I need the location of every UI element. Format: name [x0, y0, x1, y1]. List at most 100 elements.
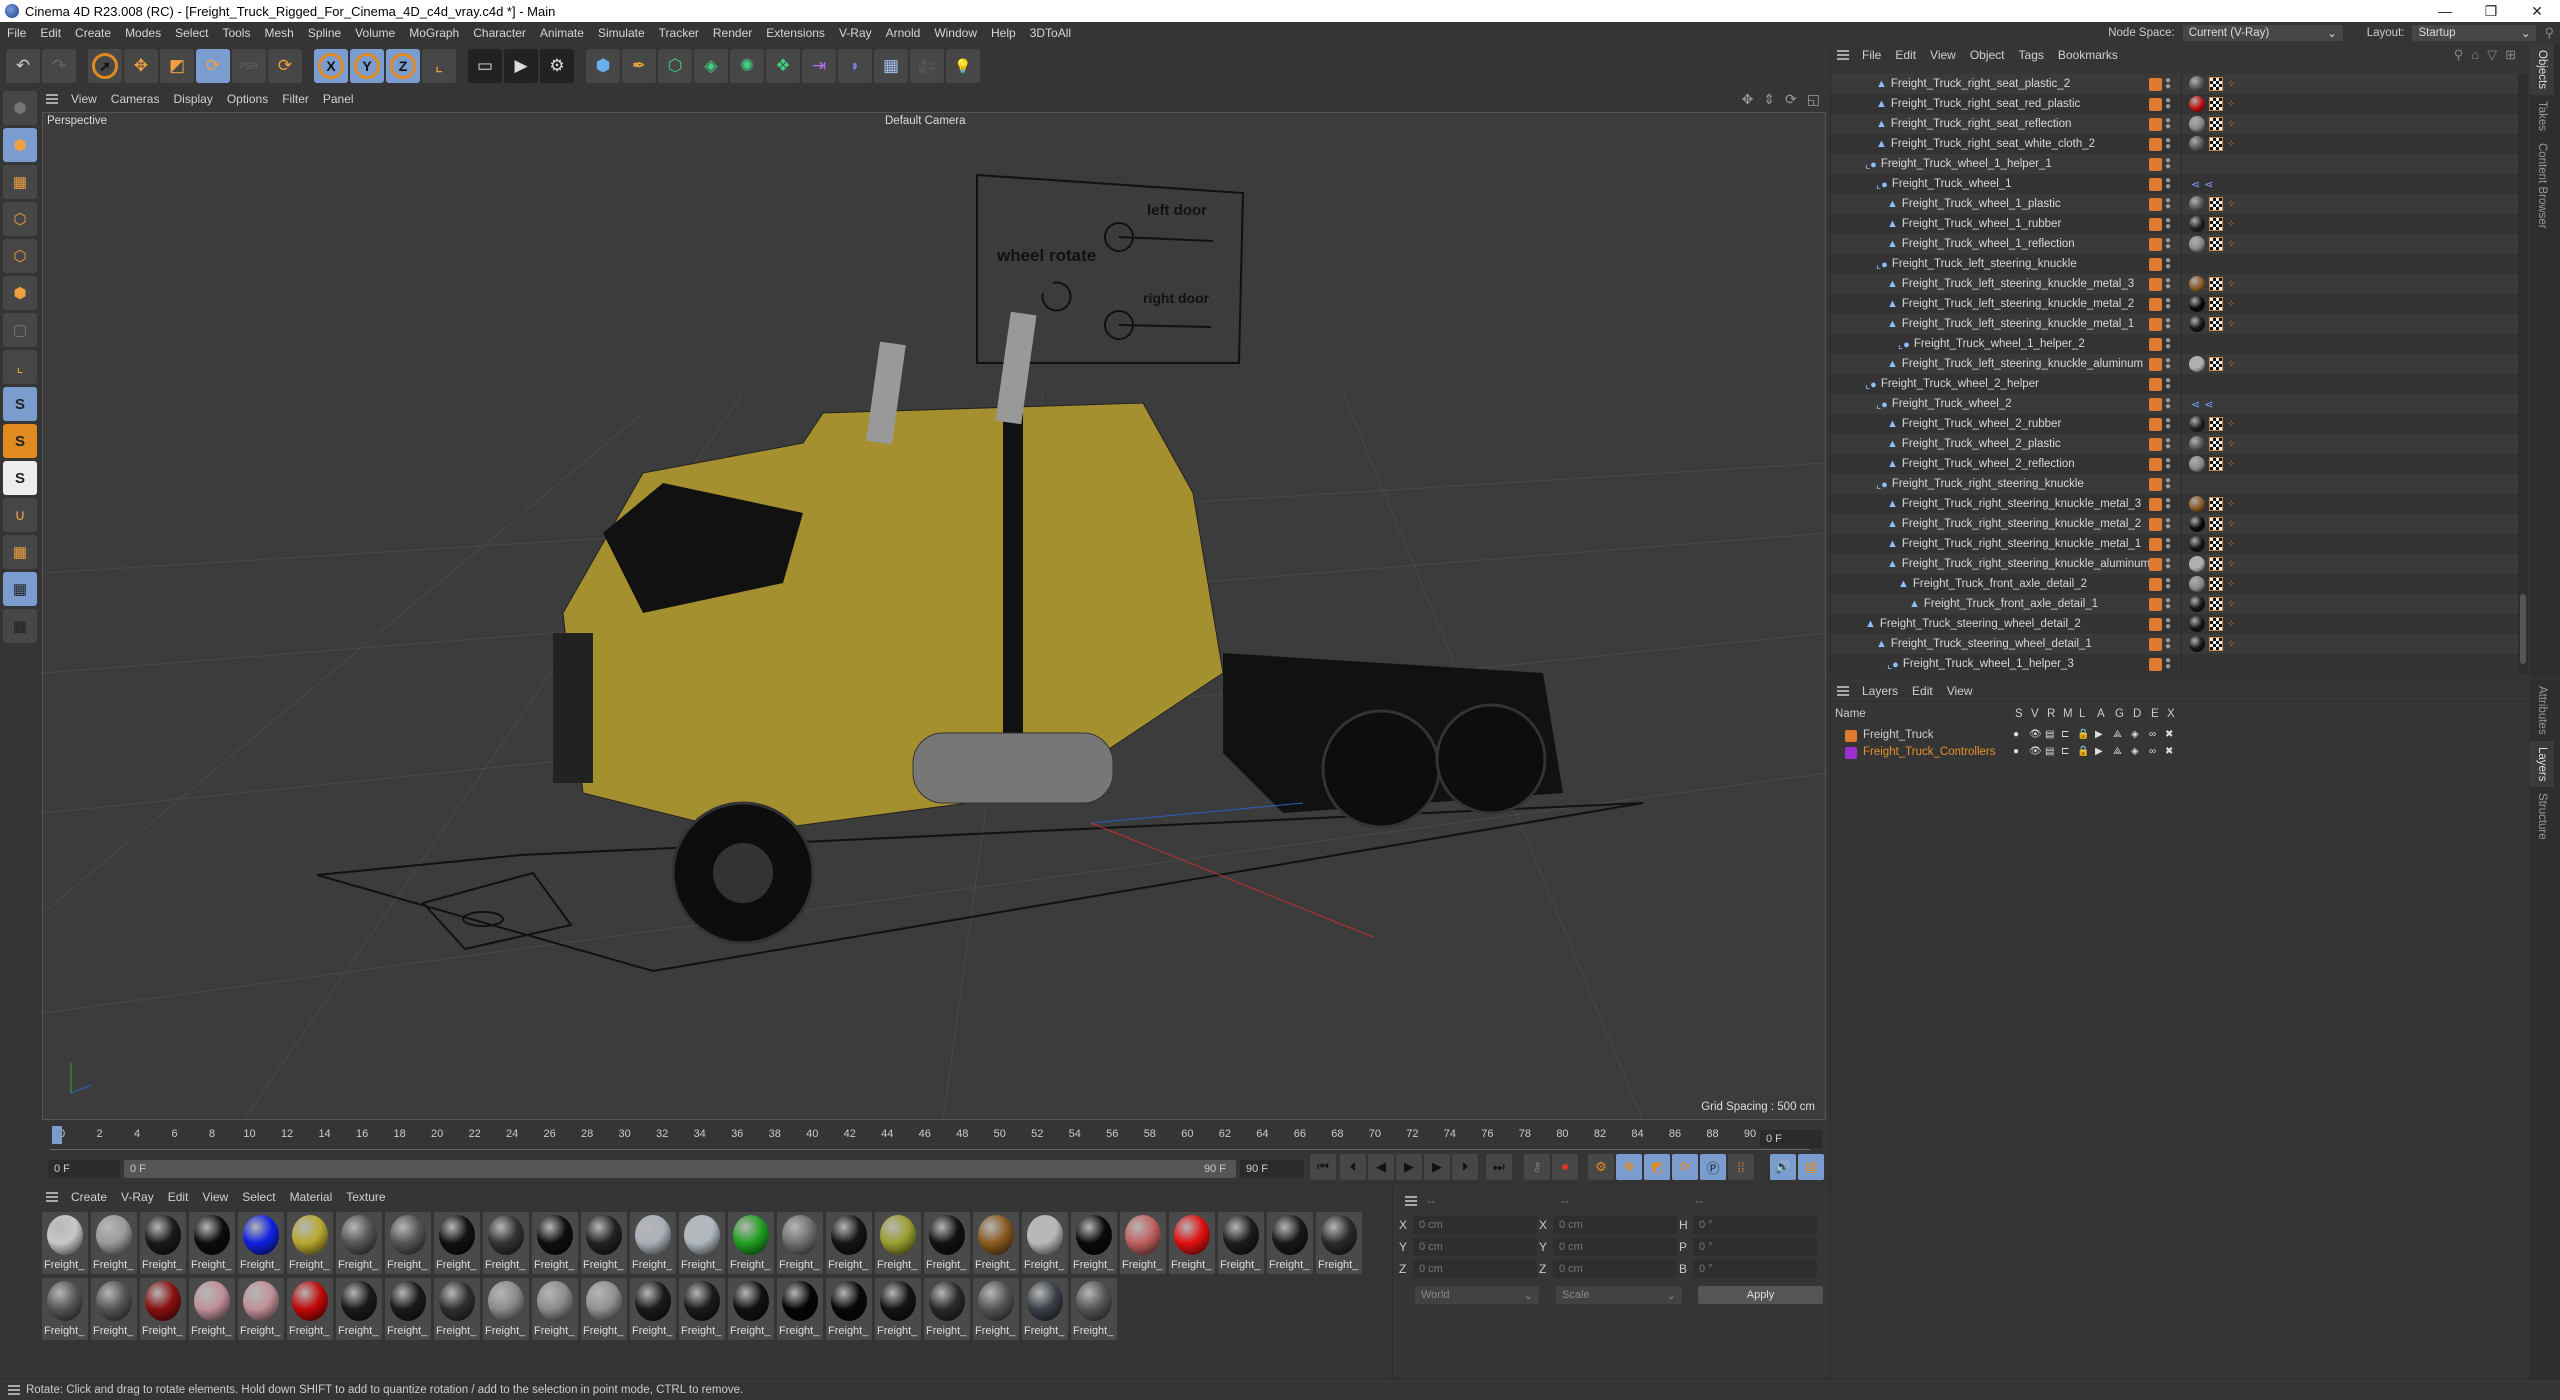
tab-objects[interactable]: Objects: [2530, 44, 2554, 95]
coord-field[interactable]: 0 °: [1693, 1260, 1817, 1278]
viewport-menu-view[interactable]: View: [64, 92, 104, 106]
object-name[interactable]: Freight_Truck_wheel_2_rubber: [1902, 418, 2061, 430]
coord-field[interactable]: 0 cm: [1553, 1260, 1677, 1278]
object-row[interactable]: ▲ Freight_Truck_front_axle_detail_1 ● ● ⁘: [1831, 594, 2521, 614]
previous-key-button[interactable]: ⏴: [1340, 1154, 1366, 1180]
menu-arnold[interactable]: Arnold: [879, 26, 928, 40]
uvw-tag-icon[interactable]: [2209, 197, 2223, 211]
visibility-dots[interactable]: ● ●: [2165, 276, 2171, 292]
search-icon[interactable]: ⚲: [2544, 25, 2554, 41]
animation-icon[interactable]: ▶: [2095, 746, 2103, 757]
play-button[interactable]: ▶: [1396, 1154, 1422, 1180]
selection-tag-icon[interactable]: ⁘: [2227, 359, 2235, 370]
light-button[interactable]: 💡: [946, 49, 980, 83]
restore-button[interactable]: ❐: [2468, 0, 2514, 22]
object-menu-file[interactable]: File: [1855, 48, 1888, 62]
uvw-tag-icon[interactable]: [2209, 517, 2223, 531]
material-tag-icon[interactable]: [2189, 516, 2205, 532]
selection-tag-icon[interactable]: ⁘: [2227, 599, 2235, 610]
layer-color-swatch[interactable]: [1845, 730, 1857, 742]
visibility-dots[interactable]: ● ●: [2165, 96, 2171, 112]
search-icon[interactable]: ⚲: [2454, 47, 2464, 63]
layer-color-tag[interactable]: [2149, 657, 2162, 671]
coord-field[interactable]: 0 °: [1693, 1216, 1817, 1234]
xref-icon[interactable]: ✖: [2165, 729, 2173, 740]
material-swatch[interactable]: Freight_: [91, 1278, 137, 1340]
object-menu-view[interactable]: View: [1923, 48, 1963, 62]
layer-color-tag[interactable]: [2149, 557, 2162, 571]
size-mode-dropdown[interactable]: Scale ⌄: [1556, 1286, 1682, 1304]
layer-column-l[interactable]: L: [2079, 708, 2085, 720]
material-swatch[interactable]: Freight_: [728, 1212, 774, 1274]
menu-select[interactable]: Select: [168, 26, 215, 40]
object-row[interactable]: ⌞● Freight_Truck_left_steering_knuckle ● ●: [1831, 254, 2521, 274]
render-view-button[interactable]: ▭: [468, 49, 502, 83]
material-menu-view[interactable]: View: [195, 1190, 235, 1204]
layer-column-a[interactable]: A: [2097, 708, 2105, 720]
menu-animate[interactable]: Animate: [533, 26, 591, 40]
uvw-tag-icon[interactable]: [2209, 637, 2223, 651]
menu-file[interactable]: File: [0, 26, 33, 40]
material-swatch[interactable]: Freight_: [385, 1278, 431, 1340]
viewport-menu-options[interactable]: Options: [220, 92, 275, 106]
uvw-tag-icon[interactable]: [2209, 617, 2223, 631]
mograph-button[interactable]: ✺: [730, 49, 764, 83]
menu-extensions[interactable]: Extensions: [759, 26, 832, 40]
tab-structure[interactable]: Structure: [2530, 787, 2554, 846]
material-tag-icon[interactable]: [2189, 616, 2205, 632]
material-swatch[interactable]: Freight_: [189, 1212, 235, 1274]
object-menu-object[interactable]: Object: [1963, 48, 2012, 62]
tab-attributes[interactable]: Attributes: [2530, 680, 2554, 741]
go-to-start-button[interactable]: ⏮: [1310, 1154, 1336, 1180]
visibility-dots[interactable]: ● ●: [2165, 256, 2171, 272]
y-axis-button[interactable]: Y: [350, 49, 384, 83]
selection-tag-icon[interactable]: ⁘: [2227, 279, 2235, 290]
material-tag-icon[interactable]: [2189, 136, 2205, 152]
material-swatch[interactable]: Freight_: [287, 1278, 333, 1340]
material-swatch[interactable]: Freight_: [238, 1212, 284, 1274]
object-row[interactable]: ▲ Freight_Truck_steering_wheel_detail_2 ● ●…: [1831, 614, 2521, 634]
selection-tag-icon[interactable]: ⁘: [2227, 439, 2235, 450]
layer-color-tag[interactable]: [2149, 617, 2162, 631]
workplane-button[interactable]: ▦: [3, 535, 37, 569]
layer-color-tag[interactable]: [2149, 457, 2162, 471]
object-row[interactable]: ▲ Freight_Truck_steering_wheel_detail_1 ● ●…: [1831, 634, 2521, 654]
object-row[interactable]: ▲ Freight_Truck_left_steering_knuckle_alu…: [1831, 354, 2521, 374]
subdivision-button[interactable]: ⬡: [658, 49, 692, 83]
object-name[interactable]: Freight_Truck_front_axle_detail_2: [1913, 578, 2087, 590]
selection-tag-icon[interactable]: ⁘: [2227, 219, 2235, 230]
psr-button[interactable]: PSR: [232, 49, 266, 83]
render-icon[interactable]: ▤: [2045, 729, 2054, 740]
object-menu-tags[interactable]: Tags: [2012, 48, 2051, 62]
axis-mode-button[interactable]: ⌞: [3, 350, 37, 384]
selection-tag-icon[interactable]: ⁘: [2227, 239, 2235, 250]
align-workplane-button[interactable]: ▦: [3, 609, 37, 643]
layer-color-tag[interactable]: [2149, 437, 2162, 451]
menu-edit[interactable]: Edit: [33, 26, 68, 40]
material-swatch[interactable]: Freight_: [973, 1212, 1019, 1274]
visibility-dots[interactable]: ● ●: [2165, 476, 2171, 492]
material-tag-icon[interactable]: [2189, 536, 2205, 552]
selection-tag-icon[interactable]: ⁘: [2227, 319, 2235, 330]
uvw-tag-icon[interactable]: [2209, 357, 2223, 371]
go-to-end-button[interactable]: ⏭: [1486, 1154, 1512, 1180]
move-button[interactable]: ✥: [124, 49, 158, 83]
object-name[interactable]: Freight_Truck_wheel_2_reflection: [1902, 458, 2075, 470]
selection-tag-icon[interactable]: ⁘: [2227, 519, 2235, 530]
object-row[interactable]: ⌞● Freight_Truck_wheel_1_helper_3 ● ●: [1831, 654, 2521, 674]
object-name[interactable]: Freight_Truck_right_seat_red_plastic: [1891, 98, 2080, 110]
visibility-dots[interactable]: ● ●: [2165, 396, 2171, 412]
cloner-button[interactable]: ❖: [766, 49, 800, 83]
material-swatch[interactable]: Freight_: [42, 1278, 88, 1340]
object-name[interactable]: Freight_Truck_right_steering_knuckle_met…: [1902, 538, 2141, 550]
hamburger-icon[interactable]: [46, 94, 58, 104]
camera-button[interactable]: 🎥: [910, 49, 944, 83]
object-menu-edit[interactable]: Edit: [1888, 48, 1923, 62]
material-swatch[interactable]: Freight_: [1218, 1212, 1264, 1274]
menu-mograph[interactable]: MoGraph: [402, 26, 466, 40]
constraint-tag-icon[interactable]: ⋖⋖: [2191, 398, 2217, 411]
material-swatch[interactable]: Freight_: [336, 1278, 382, 1340]
render-icon[interactable]: ▤: [2045, 746, 2054, 757]
object-row[interactable]: ▲ Freight_Truck_left_steering_knuckle_met…: [1831, 274, 2521, 294]
keyframe-selection-button[interactable]: ⚙: [1588, 1154, 1614, 1180]
